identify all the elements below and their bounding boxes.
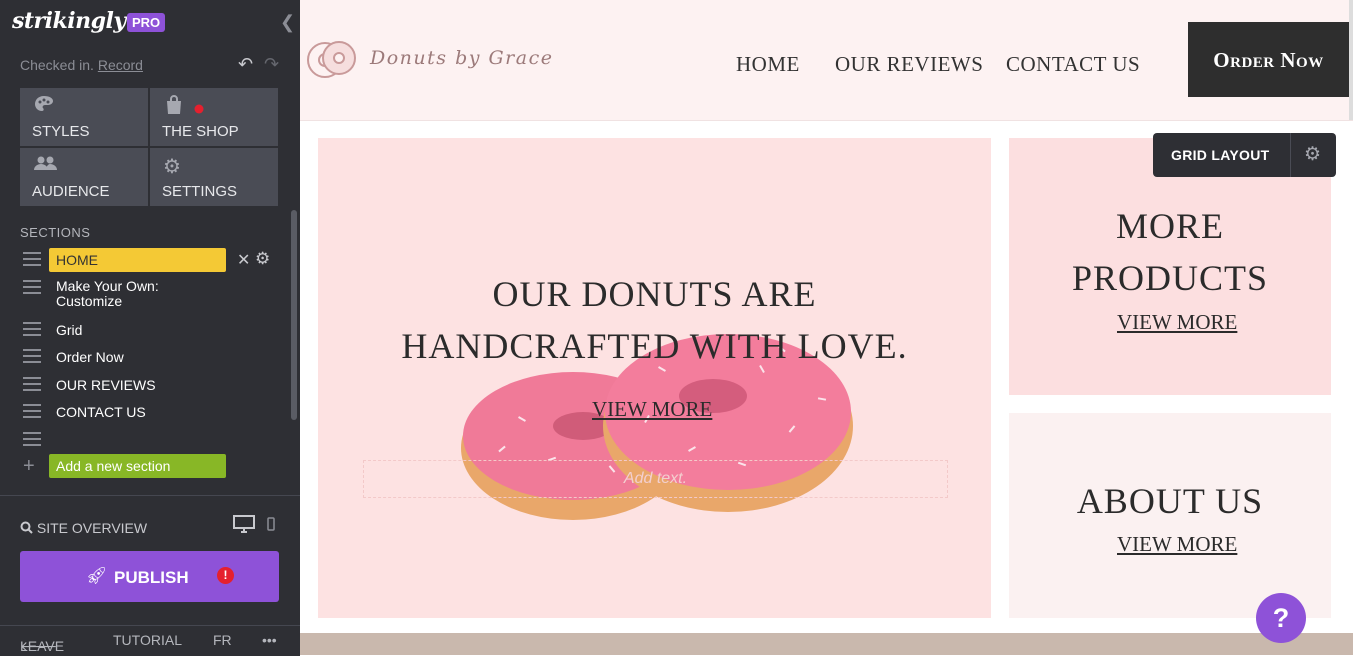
add-text-placeholder[interactable]: Add text.	[363, 460, 948, 498]
section-label: CONTACT US	[56, 404, 146, 420]
sidebar-footer: 🡐 LEAVE TUTORIAL FR •••	[0, 625, 300, 656]
audience-tile[interactable]: AUDIENCE	[20, 148, 148, 206]
styles-tile[interactable]: STYLES	[20, 88, 148, 146]
section-item-home[interactable]: HOME ✕ ⚙	[20, 248, 280, 272]
the-shop-tile[interactable]: THE SHOP	[150, 88, 278, 146]
more-products-view-more-link[interactable]: VIEW MORE	[1117, 310, 1237, 335]
grid-settings-gear-icon[interactable]: ⚙	[1304, 143, 1321, 166]
record-link[interactable]: Record	[98, 57, 143, 73]
section-label: Order Now	[56, 349, 124, 365]
section-item-make-your-own[interactable]: Make Your Own: Customize	[20, 276, 280, 310]
next-section-preview	[300, 633, 1353, 655]
nav-home[interactable]: HOME	[736, 52, 800, 77]
preview-scrollbar[interactable]	[1349, 0, 1353, 120]
search-icon	[20, 520, 37, 536]
warning-icon: !	[217, 567, 234, 584]
grid-layout-button[interactable]: GRID LAYOUT	[1171, 147, 1269, 163]
drag-handle-icon[interactable]	[23, 377, 41, 391]
drag-handle-icon[interactable]	[23, 322, 41, 336]
donut-logo-icon[interactable]	[305, 38, 359, 80]
checked-in-text: Checked in.	[20, 57, 94, 73]
section-item-our-reviews[interactable]: OUR REVIEWS	[20, 373, 280, 397]
hero-block[interactable]: OUR DONUTS ARE HANDCRAFTED WITH LOVE. VI…	[318, 138, 991, 618]
editor-tiles: STYLES THE SHOP AUDIENCE ⚙ SETTINGS	[20, 88, 279, 207]
settings-tile[interactable]: ⚙ SETTINGS	[150, 148, 278, 206]
leave-label: LEAVE	[20, 638, 65, 654]
gear-icon: ⚙	[163, 156, 181, 178]
palette-icon	[33, 94, 55, 120]
toolbar-divider	[1290, 133, 1291, 177]
pro-badge: PRO	[127, 13, 166, 32]
tile-label: THE SHOP	[162, 123, 239, 140]
tutorial-button[interactable]: TUTORIAL	[113, 632, 182, 648]
shopping-bag-icon	[163, 94, 185, 122]
about-us-view-more-link[interactable]: VIEW MORE	[1117, 532, 1237, 557]
home-section-pill[interactable]: HOME	[49, 248, 226, 272]
section-label: HOME	[56, 252, 98, 268]
more-products-line2: PRODUCTS	[1071, 258, 1269, 298]
strikingly-logo: strikingly	[12, 8, 126, 34]
site-preview: Donuts by Grace HOME OUR REVIEWS CONTACT…	[300, 0, 1353, 655]
site-header: Donuts by Grace HOME OUR REVIEWS CONTACT…	[300, 0, 1353, 121]
mobile-view-icon[interactable]	[267, 517, 275, 534]
order-now-button[interactable]: Order Now	[1188, 22, 1349, 97]
hero-heading: OUR DONUTS ARE HANDCRAFTED WITH LOVE.	[318, 268, 991, 372]
section-settings-gear-icon[interactable]: ⚙	[255, 249, 270, 269]
sidebar-scrollbar[interactable]	[291, 210, 297, 420]
nav-contact-us[interactable]: CONTACT US	[1006, 52, 1140, 77]
checked-in-status: Checked in. Record	[20, 57, 143, 73]
hero-heading-line1: OUR DONUTS ARE	[492, 274, 817, 314]
grid-layout-toolbar: GRID LAYOUT ⚙	[1153, 133, 1336, 177]
sections-heading: SECTIONS	[20, 225, 91, 240]
undo-icon[interactable]: ↶	[238, 54, 253, 75]
publish-button[interactable]: 🚀︎ PUBLISH !	[20, 551, 279, 602]
hero-view-more-link[interactable]: VIEW MORE	[592, 397, 712, 422]
add-section-label: Add a new section	[56, 458, 171, 474]
redo-icon[interactable]: ↷	[264, 54, 279, 75]
add-section-plus-icon[interactable]: +	[23, 455, 35, 478]
add-new-section-button[interactable]: Add a new section	[49, 454, 226, 478]
about-us-heading: ABOUT US	[1076, 481, 1264, 521]
notification-dot	[194, 104, 204, 114]
section-item-contact-us[interactable]: CONTACT US	[20, 400, 280, 424]
section-item-order-now[interactable]: Order Now	[20, 345, 280, 369]
drag-handle-icon[interactable]	[23, 280, 41, 294]
delete-section-icon[interactable]: ✕	[237, 250, 250, 270]
publish-label: PUBLISH	[114, 568, 189, 587]
site-overview-button[interactable]: SITE OVERVIEW	[20, 520, 147, 536]
site-overview-label: SITE OVERVIEW	[36, 520, 148, 536]
more-products-line1: MORE	[1115, 206, 1224, 246]
site-brand-name[interactable]: Donuts by Grace	[370, 47, 553, 69]
collapse-sidebar-icon[interactable]: ❮	[280, 12, 295, 33]
drag-handle-icon[interactable]	[23, 349, 41, 363]
people-icon	[33, 154, 59, 180]
section-item-empty[interactable]	[20, 428, 280, 452]
desktop-view-icon[interactable]	[233, 515, 255, 538]
drag-handle-icon[interactable]	[23, 252, 41, 266]
about-us-block[interactable]: ABOUT US VIEW MORE	[1009, 413, 1331, 618]
tile-label: AUDIENCE	[32, 183, 110, 200]
section-label: Make Your Own: Customize	[56, 278, 159, 309]
drag-handle-icon[interactable]	[23, 432, 41, 446]
more-options-icon[interactable]: •••	[262, 632, 277, 648]
editor-sidebar: strikingly PRO ❮ Checked in. Record ↶ ↷ …	[0, 0, 300, 656]
section-item-grid[interactable]: Grid	[20, 318, 280, 342]
language-button[interactable]: FR	[213, 632, 232, 648]
nav-our-reviews[interactable]: OUR REVIEWS	[835, 52, 983, 77]
section-label: OUR REVIEWS	[56, 377, 156, 393]
drag-handle-icon[interactable]	[23, 404, 41, 418]
order-now-label: Order Now	[1213, 48, 1324, 72]
more-products-heading: MORE PRODUCTS	[1009, 200, 1331, 304]
hero-heading-line2: HANDCRAFTED WITH LOVE.	[401, 326, 908, 366]
rocket-icon: 🚀︎	[86, 566, 108, 585]
tile-label: STYLES	[32, 123, 90, 140]
section-label: Grid	[56, 322, 83, 338]
help-button[interactable]: ?	[1256, 593, 1306, 643]
sidebar-divider	[0, 495, 300, 496]
tile-label: SETTINGS	[162, 183, 238, 200]
